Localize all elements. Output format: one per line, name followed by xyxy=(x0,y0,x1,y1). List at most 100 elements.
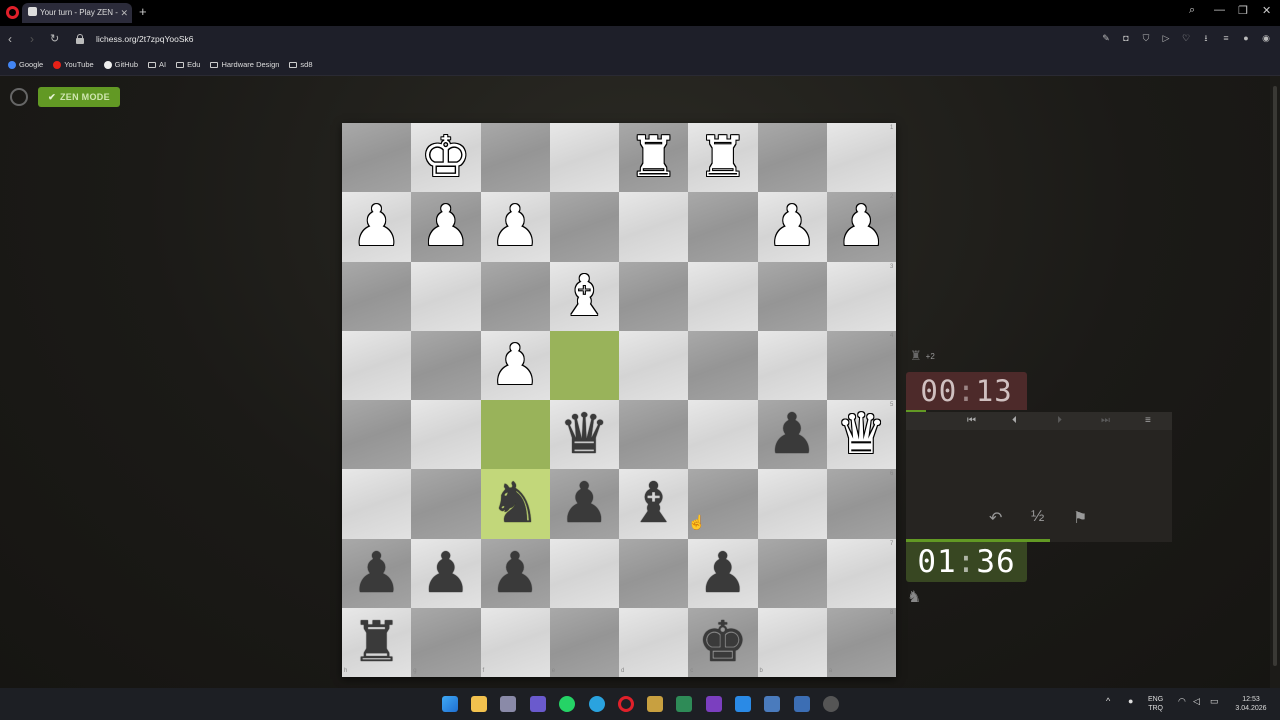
microphone-icon[interactable]: ● xyxy=(1128,696,1133,706)
square-d8[interactable] xyxy=(619,607,689,677)
white-rook-piece[interactable]: ♜ xyxy=(619,123,688,192)
menu-icon[interactable]: ≡ xyxy=(1220,32,1232,44)
shield-icon[interactable]: ⛉ xyxy=(1140,32,1152,44)
square-a3[interactable] xyxy=(826,261,896,331)
square-a1[interactable] xyxy=(826,123,896,193)
square-g3[interactable] xyxy=(411,261,481,331)
square-c3[interactable] xyxy=(688,261,758,331)
square-h6[interactable] xyxy=(342,469,412,539)
square-g4[interactable] xyxy=(411,330,481,400)
square-e8[interactable] xyxy=(549,607,619,677)
square-b3[interactable] xyxy=(757,261,827,331)
square-e2[interactable] xyxy=(549,192,619,262)
browser-tab-active[interactable]: Your turn - Play ZEN - ✕ xyxy=(22,3,132,23)
store-icon[interactable] xyxy=(500,696,516,712)
vpn-icon[interactable]: ◉ xyxy=(1260,32,1272,44)
square-a6[interactable] xyxy=(826,469,896,539)
bookmark-folder-sd8[interactable]: sd8 xyxy=(289,60,313,69)
windows-start-icon[interactable] xyxy=(442,696,458,712)
last-move-icon[interactable]: ⏭ xyxy=(1101,415,1110,426)
minimize-icon[interactable]: — xyxy=(1214,4,1225,16)
edit-icon[interactable]: ✎ xyxy=(1100,32,1112,44)
square-b4[interactable] xyxy=(757,330,827,400)
square-d4[interactable] xyxy=(619,330,689,400)
telegram-icon[interactable] xyxy=(589,696,605,712)
square-f5[interactable] xyxy=(480,400,550,470)
play-icon[interactable]: ▷ xyxy=(1160,32,1172,44)
lichess-home-icon[interactable] xyxy=(10,88,28,106)
sheet-app-icon[interactable] xyxy=(676,696,692,712)
white-pawn-piece[interactable]: ♟ xyxy=(758,192,827,261)
bookmark-github[interactable]: GitHub xyxy=(103,60,138,69)
black-pawn-piece[interactable]: ♟ xyxy=(688,539,757,608)
square-d3[interactable] xyxy=(619,261,689,331)
square-e1[interactable] xyxy=(549,123,619,193)
next-move-icon[interactable]: ⏵ xyxy=(1057,415,1062,426)
page-scrollbar[interactable] xyxy=(1270,76,1280,688)
close-window-icon[interactable]: ✕ xyxy=(1262,4,1271,17)
square-h3[interactable] xyxy=(342,261,412,331)
square-g5[interactable] xyxy=(411,400,481,470)
wifi-icon[interactable]: ◠ xyxy=(1178,696,1186,707)
vscode-icon[interactable] xyxy=(735,696,751,712)
takeback-icon[interactable]: ↶ xyxy=(989,508,1002,528)
square-h1[interactable] xyxy=(342,123,412,193)
black-pawn-piece[interactable]: ♟ xyxy=(411,539,480,608)
resign-flag-icon[interactable]: ⚑ xyxy=(1073,508,1087,528)
square-d2[interactable] xyxy=(619,192,689,262)
square-d5[interactable] xyxy=(619,400,689,470)
battery-icon[interactable]: ▭ xyxy=(1210,696,1219,707)
offer-draw-icon[interactable]: ½ xyxy=(1031,508,1044,526)
square-d7[interactable] xyxy=(619,538,689,608)
white-queen-piece[interactable]: ♛ xyxy=(827,400,896,469)
close-tab-icon[interactable]: ✕ xyxy=(120,3,128,23)
ide-app-icon[interactable] xyxy=(794,696,810,712)
tray-chevron-icon[interactable]: ^ xyxy=(1106,696,1110,706)
square-g8[interactable] xyxy=(411,607,481,677)
lock-icon[interactable] xyxy=(76,34,84,44)
square-f8[interactable] xyxy=(480,607,550,677)
first-move-icon[interactable]: ⏮ xyxy=(967,415,976,426)
menu-icon[interactable]: ≡ xyxy=(1145,415,1151,426)
square-b7[interactable] xyxy=(757,538,827,608)
bookmark-youtube[interactable]: YouTube xyxy=(53,60,94,69)
white-pawn-piece[interactable]: ♟ xyxy=(342,192,411,261)
chess-board[interactable]: ♚ ♜ ♜ ♟ ♟ ♟ ♟ ♟ ♝ ♟ ♛ ♟ ♛ ♞ ♟ ♝ ♟ ♟ ♟ ♟ ♜ ♚ 1 2 3 4 5 6 7 8 h g f e d c b a xyxy=(342,123,896,677)
volume-icon[interactable]: ◁ xyxy=(1193,696,1200,707)
bookmark-google[interactable]: Google xyxy=(8,60,43,69)
restore-icon[interactable]: ❐ xyxy=(1238,4,1248,17)
white-pawn-piece[interactable]: ♟ xyxy=(827,192,896,261)
opera-logo-icon[interactable] xyxy=(6,6,19,19)
black-bishop-piece[interactable]: ♝ xyxy=(619,469,688,538)
square-e7[interactable] xyxy=(549,538,619,608)
url-input[interactable]: lichess.org/2t7zpqYooSk6 xyxy=(96,34,194,44)
app-icon[interactable] xyxy=(530,696,546,712)
square-b8[interactable] xyxy=(757,607,827,677)
reload-icon[interactable]: ↻ xyxy=(50,32,59,45)
black-pawn-piece[interactable]: ♟ xyxy=(342,539,411,608)
bookmark-folder-hardware[interactable]: Hardware Design xyxy=(210,60,279,69)
app-icon[interactable] xyxy=(647,696,663,712)
forward-icon[interactable]: › xyxy=(30,32,34,46)
whatsapp-icon[interactable] xyxy=(559,696,575,712)
white-pawn-piece[interactable]: ♟ xyxy=(411,192,480,261)
black-queen-piece[interactable]: ♛ xyxy=(550,400,619,469)
black-knight-piece[interactable]: ♞ xyxy=(481,469,550,538)
scrollbar-thumb[interactable] xyxy=(1273,86,1277,666)
square-h5[interactable] xyxy=(342,400,412,470)
mx-app-icon[interactable] xyxy=(764,696,780,712)
new-tab-icon[interactable]: + xyxy=(139,4,147,19)
camera-icon[interactable]: ◘ xyxy=(1120,32,1132,44)
square-g6[interactable] xyxy=(411,469,481,539)
square-c2[interactable] xyxy=(688,192,758,262)
square-e4[interactable] xyxy=(549,330,619,400)
square-c4[interactable] xyxy=(688,330,758,400)
square-c5[interactable] xyxy=(688,400,758,470)
prev-move-icon[interactable]: ⏴ xyxy=(1012,415,1017,426)
square-h4[interactable] xyxy=(342,330,412,400)
white-king-piece[interactable]: ♚ xyxy=(411,123,480,192)
bookmark-folder-edu[interactable]: Edu xyxy=(176,60,200,69)
search-tabs-icon[interactable]: ⌕ xyxy=(1189,4,1195,17)
white-pawn-piece[interactable]: ♟ xyxy=(481,192,550,261)
square-f1[interactable] xyxy=(480,123,550,193)
